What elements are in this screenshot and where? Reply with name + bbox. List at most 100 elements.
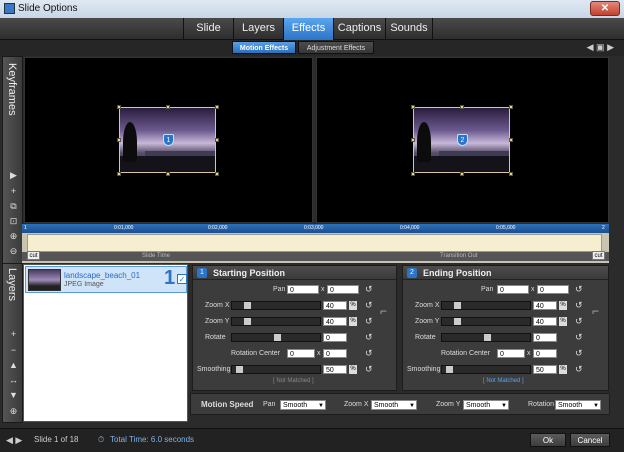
- ok-button[interactable]: Ok: [530, 433, 566, 447]
- rotate-slider[interactable]: [441, 333, 531, 342]
- slide-counter: Slide 1 of 18: [34, 435, 79, 444]
- starting-position-panel: 1 Starting Position Pan 0 x 0 ↺ Zoom X 4…: [192, 265, 397, 391]
- pan-y-field[interactable]: 0: [327, 285, 359, 294]
- link-zoom-icon[interactable]: ⌐: [592, 304, 599, 318]
- zoom-x-speed-value: Smooth: [374, 402, 399, 409]
- reset-rotate-icon[interactable]: ↺: [575, 332, 583, 343]
- percent-label: %: [349, 365, 357, 374]
- zoom-y-speed-select[interactable]: Smooth ▼: [463, 400, 509, 410]
- zoom-y-field[interactable]: 40: [323, 317, 347, 326]
- start-marker[interactable]: 1: [24, 225, 27, 231]
- motion-speed-bar: Motion Speed Pan Smooth ▼ Zoom X Smooth ▼ …: [190, 393, 610, 415]
- zoom-x-field[interactable]: 40: [533, 301, 557, 310]
- reset-pan-icon[interactable]: ↺: [575, 284, 583, 295]
- not-matched-link[interactable]: [ Not Matched ]: [483, 378, 524, 384]
- tab-sounds[interactable]: Sounds: [385, 18, 433, 40]
- add-layer-icon[interactable]: +: [6, 328, 21, 341]
- add-keyframe-icon[interactable]: +: [6, 185, 21, 198]
- zoom-x-slider[interactable]: [231, 301, 321, 310]
- window-title: Slide Options: [18, 3, 78, 14]
- percent-label: %: [349, 301, 357, 310]
- smoothing-label: Smoothing: [407, 366, 441, 373]
- zoom-in-icon[interactable]: ⊕: [6, 230, 21, 243]
- rotate-field[interactable]: 0: [323, 333, 347, 342]
- x-separator: x: [531, 286, 535, 293]
- reset-zoom-y-icon[interactable]: ↺: [575, 316, 583, 327]
- timeline[interactable]: 1 0:01,000 0:02,000 0:03,000 0:04,000 0:…: [22, 224, 609, 263]
- next-slide-icon[interactable]: ▶: [607, 42, 614, 52]
- smoothing-slider[interactable]: [441, 365, 531, 374]
- close-button[interactable]: ✕: [590, 1, 620, 16]
- timeline-track[interactable]: [27, 234, 602, 252]
- pan-x-field[interactable]: 0: [497, 285, 529, 294]
- start-position-badge[interactable]: 1: [163, 134, 174, 146]
- pan-x-field[interactable]: 0: [287, 285, 319, 294]
- smoothing-slider[interactable]: [231, 365, 321, 374]
- keyframe-edit-icon[interactable]: ⧉: [6, 200, 21, 213]
- pan-y-field[interactable]: 0: [537, 285, 569, 294]
- tab-motion-effects[interactable]: Motion Effects: [232, 41, 296, 54]
- link-zoom-icon[interactable]: ⌐: [380, 304, 387, 318]
- end-preview[interactable]: 2: [316, 57, 609, 223]
- prev-slide-icon[interactable]: ◀: [587, 42, 594, 52]
- copy-icon[interactable]: ▣: [596, 42, 605, 52]
- cut-start-button[interactable]: cut: [27, 251, 40, 260]
- rotation-speed-select[interactable]: Smooth ▼: [555, 400, 601, 410]
- reset-pan-icon[interactable]: ↺: [365, 284, 373, 295]
- rotation-center-y-field[interactable]: 0: [323, 349, 347, 358]
- start-preview[interactable]: 1: [24, 57, 313, 223]
- smoothing-field[interactable]: 50: [323, 365, 347, 374]
- rotation-center-label: Rotation Center: [441, 350, 491, 357]
- tab-layers[interactable]: Layers: [233, 18, 283, 40]
- cut-end-button[interactable]: cut: [592, 251, 605, 260]
- pan-speed-select[interactable]: Smooth ▼: [280, 400, 326, 410]
- reset-zoom-x-icon[interactable]: ↺: [365, 300, 373, 311]
- smoothing-field[interactable]: 50: [533, 365, 557, 374]
- layer-zoom-icon[interactable]: ⊕: [6, 405, 21, 418]
- layer-checkbox[interactable]: ✓: [177, 274, 187, 284]
- move-up-icon[interactable]: ▲: [6, 359, 21, 372]
- zoom-fit-icon[interactable]: ⊡: [6, 215, 21, 228]
- reset-smoothing-icon[interactable]: ↺: [365, 364, 373, 375]
- zoom-y-slider[interactable]: [231, 317, 321, 326]
- tick-label: 0:05,000: [496, 225, 516, 231]
- prev-next-slide-icon[interactable]: ◀ ▶: [6, 435, 22, 446]
- zoom-x-speed-select[interactable]: Smooth ▼: [371, 400, 417, 410]
- reset-zoom-y-icon[interactable]: ↺: [365, 316, 373, 327]
- remove-layer-icon[interactable]: −: [6, 344, 21, 357]
- move-horizontal-icon[interactable]: ↔: [6, 374, 21, 387]
- reset-smoothing-icon[interactable]: ↺: [575, 364, 583, 375]
- zoom-x-field[interactable]: 40: [323, 301, 347, 310]
- ending-position-panel: 2 Ending Position Pan 0 x 0 ↺ Zoom X 40 …: [402, 265, 609, 391]
- tab-effects[interactable]: Effects: [283, 18, 333, 40]
- zoom-y-field[interactable]: 40: [533, 317, 557, 326]
- layer-row[interactable]: landscape_beach_01 JPEG Image 1 ✓: [25, 266, 187, 293]
- zoom-out-icon[interactable]: ⊖: [6, 245, 21, 258]
- tab-adjustment-effects[interactable]: Adjustment Effects: [298, 41, 374, 54]
- layers-sidebar: Layers + − ▲ ↔ ▼ ⊕: [2, 263, 23, 423]
- reset-rotation-center-icon[interactable]: ↺: [365, 348, 373, 359]
- zoom-y-slider[interactable]: [441, 317, 531, 326]
- rotation-center-x-field[interactable]: 0: [497, 349, 525, 358]
- tab-slide[interactable]: Slide: [183, 18, 233, 40]
- total-time: Total Time: 6.0 seconds: [110, 435, 195, 444]
- reset-rotate-icon[interactable]: ↺: [365, 332, 373, 343]
- move-down-icon[interactable]: ▼: [6, 389, 21, 402]
- end-position-badge[interactable]: 2: [457, 134, 468, 146]
- rotation-center-y-field[interactable]: 0: [533, 349, 557, 358]
- rotate-slider[interactable]: [231, 333, 321, 342]
- end-marker[interactable]: 2: [602, 225, 605, 231]
- rotate-field[interactable]: 0: [533, 333, 557, 342]
- clock-icon: ⏱: [98, 435, 105, 444]
- rotation-center-x-field[interactable]: 0: [287, 349, 315, 358]
- zoom-x-label: Zoom X: [415, 302, 440, 309]
- play-icon[interactable]: ▶: [6, 169, 21, 182]
- rotation-speed-value: Smooth: [558, 402, 583, 409]
- cancel-button[interactable]: Cancel: [570, 433, 610, 447]
- tab-captions[interactable]: Captions: [333, 18, 385, 40]
- reset-rotation-center-icon[interactable]: ↺: [575, 348, 583, 359]
- zoom-x-slider[interactable]: [441, 301, 531, 310]
- reset-zoom-x-icon[interactable]: ↺: [575, 300, 583, 311]
- tick-label: 0:02,000: [208, 225, 228, 231]
- slide-nav-icons: ◀ ▣ ▶: [587, 42, 614, 53]
